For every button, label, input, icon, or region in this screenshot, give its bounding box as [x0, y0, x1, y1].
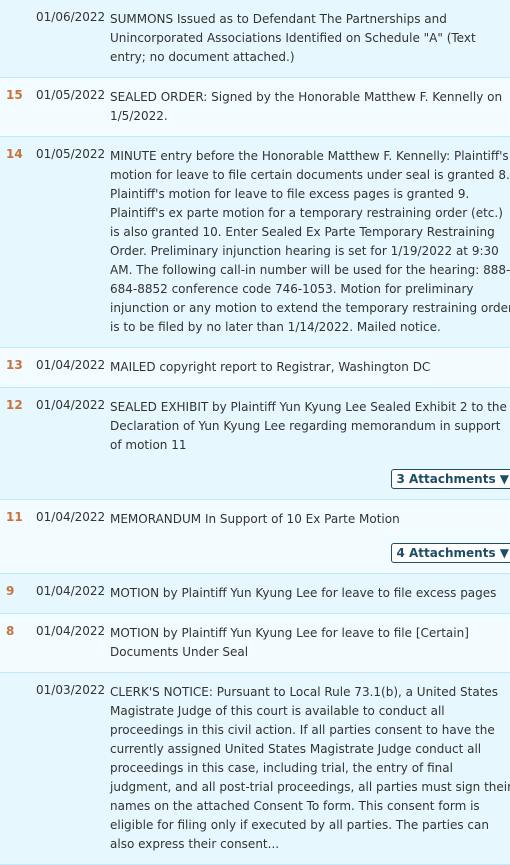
entry-text: CLERK'S NOTICE: Pursuant to Local Rule 7…	[110, 685, 510, 851]
attachments-button[interactable]: 3 Attachments ▼	[391, 469, 510, 489]
entry-date: 01/05/2022	[36, 147, 106, 161]
entry-number[interactable]: 14	[6, 147, 24, 161]
entry-date: 01/05/2022	[36, 88, 106, 102]
docket-entry: 14 01/05/2022 MINUTE entry before the Ho…	[0, 137, 510, 348]
entry-text: MOTION by Plaintiff Yun Kyung Lee for le…	[110, 586, 497, 600]
docket-entry: 01/03/2022 CLERK'S NOTICE: Pursuant to L…	[0, 673, 510, 865]
entry-number[interactable]: 8	[6, 624, 24, 638]
entry-date: 01/04/2022	[36, 510, 106, 524]
entry-date: 01/06/2022	[36, 10, 106, 24]
entry-date: 01/04/2022	[36, 398, 106, 412]
docket-entry: 12 01/04/2022 SEALED EXHIBIT by Plaintif…	[0, 388, 510, 500]
docket-entry: 8 01/04/2022 MOTION by Plaintiff Yun Kyu…	[0, 614, 510, 673]
entry-date: 01/04/2022	[36, 358, 106, 372]
entry-text: MOTION by Plaintiff Yun Kyung Lee for le…	[110, 626, 469, 659]
entry-text: SEALED ORDER: Signed by the Honorable Ma…	[110, 90, 503, 123]
docket-entry: 9 01/04/2022 MOTION by Plaintiff Yun Kyu…	[0, 574, 510, 614]
entry-date: 01/04/2022	[36, 584, 106, 598]
entry-number[interactable]: 12	[6, 398, 24, 412]
entry-text: MAILED copyright report to Registrar, Wa…	[110, 360, 431, 374]
docket-entry: 15 01/05/2022 SEALED ORDER: Signed by th…	[0, 78, 510, 137]
docket-entry: 13 01/04/2022 MAILED copyright report to…	[0, 348, 510, 388]
entry-text: SEALED EXHIBIT by Plaintiff Yun Kyung Le…	[110, 400, 507, 452]
entry-number[interactable]: 9	[6, 584, 24, 598]
entry-date: 01/04/2022	[36, 624, 106, 638]
entry-number[interactable]: 11	[6, 510, 24, 524]
attachments-button[interactable]: 4 Attachments ▼	[391, 543, 510, 563]
docket-entry: 01/06/2022 SUMMONS Issued as to Defendan…	[0, 0, 510, 78]
entry-text: MEMORANDUM In Support of 10 Ex Parte Mot…	[110, 512, 400, 526]
entry-date: 01/03/2022	[36, 683, 106, 697]
entry-text: MINUTE entry before the Honorable Matthe…	[110, 149, 510, 334]
entry-number[interactable]: 15	[6, 88, 24, 102]
entry-text: SUMMONS Issued as to Defendant The Partn…	[110, 12, 476, 64]
docket-entry: 11 01/04/2022 MEMORANDUM In Support of 1…	[0, 500, 510, 574]
entry-number[interactable]: 13	[6, 358, 24, 372]
docket-list: 01/06/2022 SUMMONS Issued as to Defendan…	[0, 0, 510, 865]
